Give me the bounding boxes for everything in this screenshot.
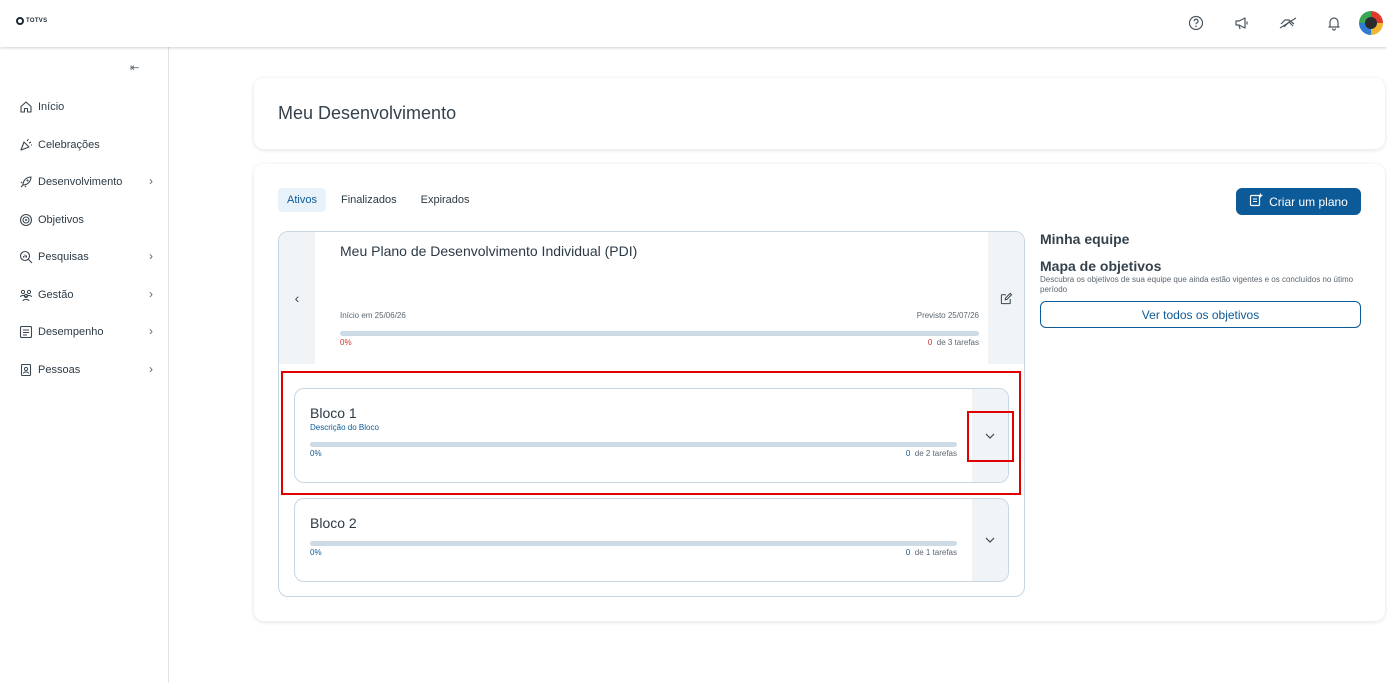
badge-icon (18, 362, 34, 378)
block-percent: 0% (310, 449, 322, 458)
chevron-down-icon (985, 433, 995, 439)
sidebar-item-label: Gestão (38, 289, 74, 301)
tab-finalizados[interactable]: Finalizados (332, 188, 406, 212)
sidebar-item-desenvolvimento[interactable]: Desenvolvimento › (18, 171, 153, 193)
sidebar-item-desempenho[interactable]: Desempenho › (18, 321, 153, 343)
sidebar-item-label: Desenvolvimento (38, 176, 123, 188)
logo-text: TOTVS (26, 18, 48, 24)
plan-start-date: Início em 25/06/26 (340, 311, 406, 320)
top-bar: TOTVS (0, 0, 1387, 47)
tab-expirados[interactable]: Expirados (412, 188, 479, 212)
add-document-icon (1249, 193, 1263, 210)
tab-ativos[interactable]: Ativos (278, 188, 326, 212)
page-title: Meu Desenvolvimento (278, 103, 457, 123)
page-title-card: Meu Desenvolvimento (254, 78, 1385, 149)
expand-block-button[interactable] (972, 389, 1008, 482)
block-description: Descrição do Bloco (310, 423, 379, 432)
sidebar-item-objetivos[interactable]: Objetivos (18, 209, 153, 231)
block-tasks-label: de 1 tarefas (914, 548, 957, 557)
create-plan-label: Criar um plano (1269, 194, 1348, 209)
home-icon (18, 99, 34, 115)
team-panel: Minha equipe Mapa de objetivos Descubra … (1040, 231, 1361, 328)
plan-percent: 0% (340, 338, 352, 347)
scorecard-icon (18, 324, 34, 340)
sidebar-item-label: Objetivos (38, 214, 84, 226)
chevron-right-icon: › (149, 287, 153, 301)
block-done-count: 0 (905, 548, 911, 557)
help-icon[interactable] (1173, 11, 1219, 35)
block-done-count: 0 (905, 449, 911, 458)
logo-ring-icon (16, 17, 24, 25)
block-task-count: 0 de 2 tarefas (906, 449, 957, 458)
plan-header: ‹ Meu Plano de Desenvolvimento Individua… (279, 232, 1024, 364)
chevron-left-icon[interactable]: ‹ (279, 232, 315, 364)
block-percent: 0% (310, 548, 322, 557)
plan-task-count: 0 de 3 tarefas (928, 338, 979, 347)
plan-done-count: 0 (927, 338, 933, 347)
plan-dates: Início em 25/06/26 Previsto 25/07/26 (340, 311, 979, 320)
plan-end-date: Previsto 25/07/26 (916, 311, 979, 320)
plan-progress-footer: 0% 0 de 3 tarefas (340, 338, 979, 347)
objectives-map-description: Descubra os objetivos de sua equipe que … (1040, 275, 1354, 294)
megaphone-icon[interactable] (1219, 11, 1265, 35)
main-card: Ativos Finalizados Expirados Criar um pl… (254, 164, 1385, 621)
rocket-icon (18, 174, 34, 190)
chevron-right-icon: › (149, 362, 153, 376)
block-tasks-label: de 2 tarefas (914, 449, 957, 458)
block-progress-bar (310, 442, 957, 447)
chevron-right-icon: › (149, 249, 153, 263)
collapse-sidebar-icon[interactable]: ⇤ (130, 61, 139, 74)
sidebar-item-pesquisas[interactable]: Pesquisas › (18, 246, 153, 268)
sidebar-item-inicio[interactable]: Início (18, 96, 153, 118)
edit-icon (1000, 292, 1012, 304)
objectives-map-title: Mapa de objetivos (1040, 258, 1162, 274)
block-title: Bloco 1 (310, 405, 357, 421)
plan-tabs: Ativos Finalizados Expirados (278, 188, 479, 212)
avatar[interactable] (1359, 11, 1383, 35)
block-title: Bloco 2 (310, 515, 357, 531)
handshake-icon[interactable] (1265, 11, 1311, 35)
plan-container: ‹ Meu Plano de Desenvolvimento Individua… (278, 231, 1025, 597)
party-icon (18, 137, 34, 153)
sidebar-item-label: Início (38, 101, 65, 113)
block-progress-bar (310, 541, 957, 546)
chevron-right-icon: › (149, 174, 153, 188)
chevron-right-icon: › (149, 324, 153, 338)
sidebar-item-label: Celebrações (38, 139, 100, 151)
team-heading: Minha equipe (1040, 231, 1130, 247)
block-card: Bloco 2 0% 0 de 1 tarefas (294, 498, 1009, 582)
block-card: Bloco 1 Descrição do Bloco 0% 0 de 2 tar… (294, 388, 1009, 483)
chevron-down-icon (985, 537, 995, 543)
search-chart-icon (18, 249, 34, 265)
target-icon (18, 212, 34, 228)
top-icons (1173, 11, 1387, 35)
sidebar-item-pessoas[interactable]: Pessoas › (18, 359, 153, 381)
block-progress-footer: 0% 0 de 2 tarefas (310, 449, 957, 458)
sidebar-item-celebracoes[interactable]: Celebrações (18, 134, 153, 156)
edit-plan-button[interactable] (988, 232, 1024, 364)
totvs-logo[interactable]: TOTVS (16, 17, 47, 25)
sidebar-item-label: Pesquisas (38, 251, 89, 263)
sidebar-item-gestao[interactable]: Gestão › (18, 284, 153, 306)
block-progress-footer: 0% 0 de 1 tarefas (310, 548, 957, 557)
sidebar-item-label: Pessoas (38, 364, 81, 376)
expand-block-button[interactable] (972, 499, 1008, 581)
sidebar-item-label: Desempenho (38, 326, 104, 338)
plan-tasks-label: de 3 tarefas (936, 338, 979, 347)
sidebar: ⇤ Início Celebrações Desenvolvimento › O… (0, 47, 169, 683)
plan-title: Meu Plano de Desenvolvimento Individual … (340, 243, 638, 259)
plan-progress-bar (340, 331, 979, 336)
team-icon (18, 287, 34, 303)
bell-icon[interactable] (1311, 11, 1357, 35)
block-task-count: 0 de 1 tarefas (906, 548, 957, 557)
view-all-objectives-button[interactable]: Ver todos os objetivos (1040, 301, 1361, 328)
create-plan-button[interactable]: Criar um plano (1236, 188, 1361, 215)
